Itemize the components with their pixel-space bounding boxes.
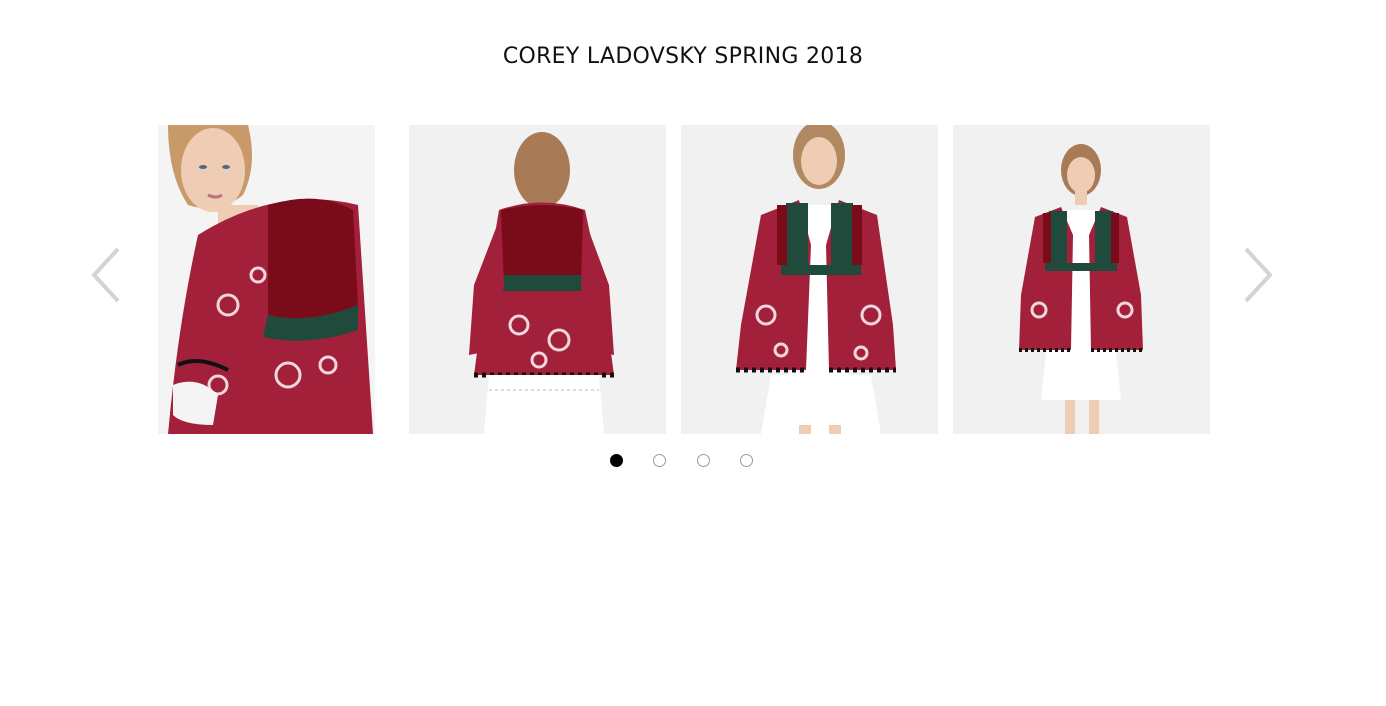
carousel-slide-2[interactable]	[409, 125, 666, 434]
carousel-pagination	[0, 454, 1386, 470]
product-photo-front-full	[953, 125, 1210, 434]
chevron-right-icon	[1244, 247, 1273, 303]
carousel-slide-4[interactable]	[953, 125, 1210, 434]
carousel-next-button[interactable]	[1238, 245, 1278, 305]
pagination-dot-3[interactable]	[697, 454, 710, 467]
page: COREY LADOVSKY SPRING 2018	[0, 0, 1386, 706]
product-photo-side-closeup	[158, 125, 375, 434]
pagination-dot-1[interactable]	[610, 454, 623, 467]
product-photo-back	[409, 125, 666, 434]
chevron-left-icon	[91, 247, 120, 303]
pagination-dot-2[interactable]	[653, 454, 666, 467]
carousel-prev-button[interactable]	[86, 245, 126, 305]
pagination-dot-4[interactable]	[740, 454, 753, 467]
carousel-slide-1[interactable]	[158, 125, 375, 434]
carousel-slide-3[interactable]	[681, 125, 938, 434]
image-carousel	[0, 125, 1386, 435]
product-photo-front-open	[681, 125, 938, 434]
collection-title: COREY LADOVSKY SPRING 2018	[502, 44, 864, 69]
